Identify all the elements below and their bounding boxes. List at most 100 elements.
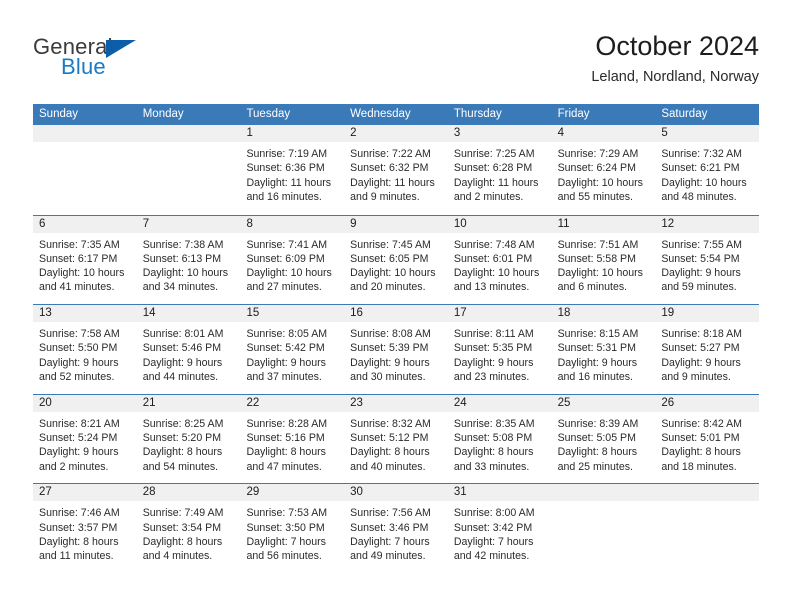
sunrise-line: Sunrise: 8:21 AM (39, 417, 120, 430)
calendar-day-cell[interactable]: 7 Sunrise: 7:38 AM Sunset: 6:13 PM Daylight… (136, 215, 241, 305)
daylight-line-1: Daylight: 7 hours (350, 535, 430, 548)
day-number-strip: 25 (551, 394, 656, 412)
calendar-day-cell[interactable]: 28 Sunrise: 7:49 AM Sunset: 3:54 PM Dayligh… (136, 484, 241, 573)
day-number-strip: 8 (240, 215, 345, 233)
calendar-day-cell[interactable]: 3 Sunrise: 7:25 AM Sunset: 6:28 PM Daylight… (447, 125, 552, 215)
calendar-day-cell[interactable]: 23 Sunrise: 8:32 AM Sunset: 5:12 PM Dayligh… (344, 394, 448, 484)
sunset-line: Sunset: 5:46 PM (142, 342, 222, 355)
sunrise-line: Sunrise: 7:49 AM (142, 507, 224, 520)
daylight-line-1: Daylight: 11 hours (453, 176, 539, 189)
day-number-strip: 4 (551, 125, 656, 142)
daylight-line-2: and 4 minutes. (142, 550, 213, 563)
sunset-line: Sunset: 5:01 PM (661, 432, 740, 445)
calendar-day-cell[interactable]: 9 Sunrise: 7:45 AM Sunset: 6:05 PM Daylight… (344, 215, 448, 305)
sunrise-line: Sunrise: 8:00 AM (453, 507, 535, 520)
daylight-line-1: Daylight: 9 hours (350, 356, 430, 369)
day-number-strip: 3 (447, 125, 552, 142)
day-details: Sunrise: 8:21 AM Sunset: 5:24 PM Daylight:… (33, 412, 137, 474)
day-number: 31 (453, 486, 467, 499)
day-details: Sunrise: 7:38 AM Sunset: 6:13 PM Daylight:… (137, 233, 241, 295)
calendar-day-cell[interactable]: 4 Sunrise: 7:29 AM Sunset: 6:24 PM Daylight… (551, 125, 656, 215)
weekday-header-saturday: Saturday (661, 108, 708, 120)
day-details: Sunrise: 7:48 AM Sunset: 6:01 PM Daylight:… (448, 233, 552, 295)
calendar-day-cell[interactable]: 29 Sunrise: 7:53 AM Sunset: 3:50 PM Dayligh… (240, 484, 345, 573)
sunset-line: Sunset: 6:01 PM (453, 252, 533, 265)
day-number: 18 (557, 307, 571, 320)
sunset-line: Sunset: 5:50 PM (39, 342, 118, 355)
sunrise-line: Sunrise: 8:05 AM (246, 328, 328, 341)
calendar-day-cell[interactable]: 11 Sunrise: 7:51 AM Sunset: 5:58 PM Dayligh… (551, 215, 656, 305)
calendar-day-cell[interactable]: 27 Sunrise: 7:46 AM Sunset: 3:57 PM Dayligh… (33, 484, 137, 573)
day-details: Sunrise: 7:53 AM Sunset: 3:50 PM Daylight:… (240, 501, 344, 563)
calendar-day-cell[interactable]: 22 Sunrise: 8:28 AM Sunset: 5:16 PM Dayligh… (240, 394, 345, 484)
daylight-line-2: and 56 minutes. (246, 550, 322, 563)
daylight-line-2: and 48 minutes. (661, 190, 737, 203)
calendar-day-cell[interactable]: 19 Sunrise: 8:18 AM Sunset: 5:27 PM Dayligh… (655, 305, 760, 394)
day-details: Sunrise: 7:32 AM Sunset: 6:21 PM Daylight:… (655, 142, 759, 204)
daylight-line-1: Daylight: 8 hours (453, 446, 534, 459)
day-number: 17 (453, 307, 467, 320)
sunset-line: Sunset: 5:16 PM (246, 432, 325, 445)
day-number-strip: 7 (136, 215, 241, 233)
daylight-line-1: Daylight: 9 hours (39, 446, 119, 459)
calendar-day-cell[interactable]: 17 Sunrise: 8:11 AM Sunset: 5:35 PM Dayligh… (447, 305, 552, 394)
calendar-day-cell[interactable]: 12 Sunrise: 7:55 AM Sunset: 5:54 PM Dayligh… (655, 215, 760, 305)
calendar-day-cell[interactable]: 15 Sunrise: 8:05 AM Sunset: 5:42 PM Dayligh… (240, 305, 345, 394)
sunrise-line: Sunrise: 8:32 AM (350, 417, 431, 430)
day-details: Sunrise: 7:51 AM Sunset: 5:58 PM Daylight:… (552, 233, 656, 295)
sunset-line: Sunset: 6:28 PM (453, 162, 533, 175)
calendar-day-cell[interactable]: 10 Sunrise: 7:48 AM Sunset: 6:01 PM Dayligh… (447, 215, 552, 305)
daylight-line-2: and 20 minutes. (350, 281, 426, 294)
calendar-grid: Sunday Monday Tuesday Wednesday Thursday… (33, 104, 760, 573)
day-details: Sunrise: 8:28 AM Sunset: 5:16 PM Daylight:… (240, 412, 344, 474)
daylight-line-1: Daylight: 9 hours (661, 356, 741, 369)
day-number-strip: 21 (136, 394, 241, 412)
calendar-day-cell[interactable]: 18 Sunrise: 8:15 AM Sunset: 5:31 PM Dayligh… (551, 305, 656, 394)
day-details: Sunrise: 7:25 AM Sunset: 6:28 PM Daylight:… (448, 142, 552, 204)
calendar-day-cell[interactable]: 30 Sunrise: 7:56 AM Sunset: 3:46 PM Dayligh… (344, 484, 448, 573)
calendar-day-cell[interactable]: 6 Sunrise: 7:35 AM Sunset: 6:17 PM Daylight… (33, 215, 137, 305)
calendar-week-row: 6 Sunrise: 7:35 AM Sunset: 6:17 PM Daylight… (33, 214, 760, 305)
general-blue-logo[interactable]: General Blue (33, 34, 233, 90)
sunset-line: Sunset: 3:46 PM (350, 521, 429, 534)
daylight-line-2: and 6 minutes. (557, 281, 628, 294)
sunset-line: Sunset: 5:27 PM (661, 342, 740, 355)
calendar-day-cell[interactable]: 31 Sunrise: 8:00 AM Sunset: 3:42 PM Dayligh… (447, 484, 552, 573)
daylight-line-2: and 16 minutes. (557, 371, 633, 384)
calendar-day-cell[interactable]: 2 Sunrise: 7:22 AM Sunset: 6:32 PM Daylight… (344, 125, 448, 215)
calendar-day-cell[interactable]: 13 Sunrise: 7:58 AM Sunset: 5:50 PM Dayligh… (33, 305, 137, 394)
day-details: Sunrise: 8:08 AM Sunset: 5:39 PM Daylight:… (344, 322, 448, 384)
logo-text-blue: Blue (61, 54, 106, 79)
day-number: 30 (350, 486, 363, 499)
calendar-day-cell[interactable]: 16 Sunrise: 8:08 AM Sunset: 5:39 PM Dayligh… (344, 305, 448, 394)
day-details: Sunrise: 7:55 AM Sunset: 5:54 PM Daylight:… (655, 233, 759, 295)
day-details: Sunrise: 7:35 AM Sunset: 6:17 PM Daylight:… (33, 233, 137, 295)
calendar-day-cell[interactable]: 26 Sunrise: 8:42 AM Sunset: 5:01 PM Dayligh… (655, 394, 760, 484)
calendar-day-cell[interactable]: 25 Sunrise: 8:39 AM Sunset: 5:05 PM Dayligh… (551, 394, 656, 484)
daylight-line-2: and 9 minutes. (661, 371, 731, 384)
calendar-day-cell[interactable]: 20 Sunrise: 8:21 AM Sunset: 5:24 PM Dayligh… (33, 394, 137, 484)
calendar-day-cell[interactable]: 21 Sunrise: 8:25 AM Sunset: 5:20 PM Dayligh… (136, 394, 241, 484)
calendar-day-cell[interactable]: 1 Sunrise: 7:19 AM Sunset: 6:36 PM Daylight… (240, 125, 345, 215)
daylight-line-1: Daylight: 8 hours (661, 446, 741, 459)
calendar-day-cell[interactable]: 8 Sunrise: 7:41 AM Sunset: 6:09 PM Daylight… (240, 215, 345, 305)
daylight-line-1: Daylight: 8 hours (39, 535, 119, 548)
calendar-day-cell[interactable]: 5 Sunrise: 7:32 AM Sunset: 6:21 PM Daylight… (655, 125, 760, 215)
sunrise-line: Sunrise: 7:56 AM (350, 507, 431, 520)
daylight-line-2: and 49 minutes. (350, 550, 426, 563)
day-number-strip: 10 (447, 215, 552, 233)
page-subtitle: Leland, Nordland, Norway (591, 69, 759, 85)
daylight-line-2: and 23 minutes. (453, 371, 530, 384)
day-details: Sunrise: 7:19 AM Sunset: 6:36 PM Daylight:… (240, 142, 344, 204)
daylight-line-1: Daylight: 10 hours (557, 176, 643, 189)
day-number-strip: 12 (655, 215, 760, 233)
daylight-line-2: and 40 minutes. (350, 460, 426, 473)
day-number-strip: 24 (447, 394, 552, 412)
day-details: Sunrise: 8:05 AM Sunset: 5:42 PM Daylight:… (240, 322, 344, 384)
calendar-day-cell[interactable]: 14 Sunrise: 8:01 AM Sunset: 5:46 PM Dayligh… (136, 305, 241, 394)
page-title: October 2024 (595, 31, 759, 61)
sunset-line: Sunset: 5:31 PM (557, 342, 636, 355)
calendar-day-cell[interactable]: 24 Sunrise: 8:35 AM Sunset: 5:08 PM Dayligh… (447, 394, 552, 484)
day-number-strip: 20 (33, 394, 137, 412)
calendar-day-cell-empty (136, 125, 241, 215)
